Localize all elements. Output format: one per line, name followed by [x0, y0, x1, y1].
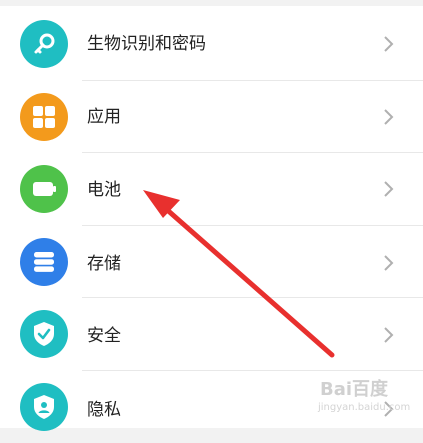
privacy-icon: [20, 383, 68, 431]
settings-item-label: 生物识别和密码: [87, 34, 206, 54]
settings-item-storage[interactable]: 存储: [0, 226, 423, 298]
settings-item-label: 隐私: [87, 400, 121, 420]
settings-item-label: 安全: [87, 326, 121, 346]
chevron-right-icon: [384, 327, 394, 343]
shield-icon: [20, 310, 68, 358]
settings-item-battery[interactable]: 电池: [0, 153, 423, 225]
apps-grid-icon: [20, 93, 68, 141]
key-icon: [20, 20, 68, 68]
watermark-sub: jingyan.baidu.com: [318, 402, 411, 413]
chevron-right-icon: [384, 255, 394, 271]
battery-icon: [20, 165, 68, 213]
chevron-right-icon: [384, 36, 394, 52]
settings-item-biometrics-password[interactable]: 生物识别和密码: [0, 8, 423, 80]
settings-item-security[interactable]: 安全: [0, 298, 423, 370]
watermark-brand: Bai百度: [320, 379, 389, 400]
settings-item-label: 电池: [87, 180, 121, 200]
chevron-right-icon: [384, 181, 394, 197]
storage-icon: [20, 238, 68, 286]
settings-list: 生物识别和密码 应用 电池 存储 安全 隐私: [0, 6, 423, 431]
chevron-right-icon: [384, 109, 394, 125]
settings-item-apps[interactable]: 应用: [0, 81, 423, 153]
settings-item-label: 存储: [87, 254, 121, 274]
settings-item-label: 应用: [87, 107, 121, 127]
